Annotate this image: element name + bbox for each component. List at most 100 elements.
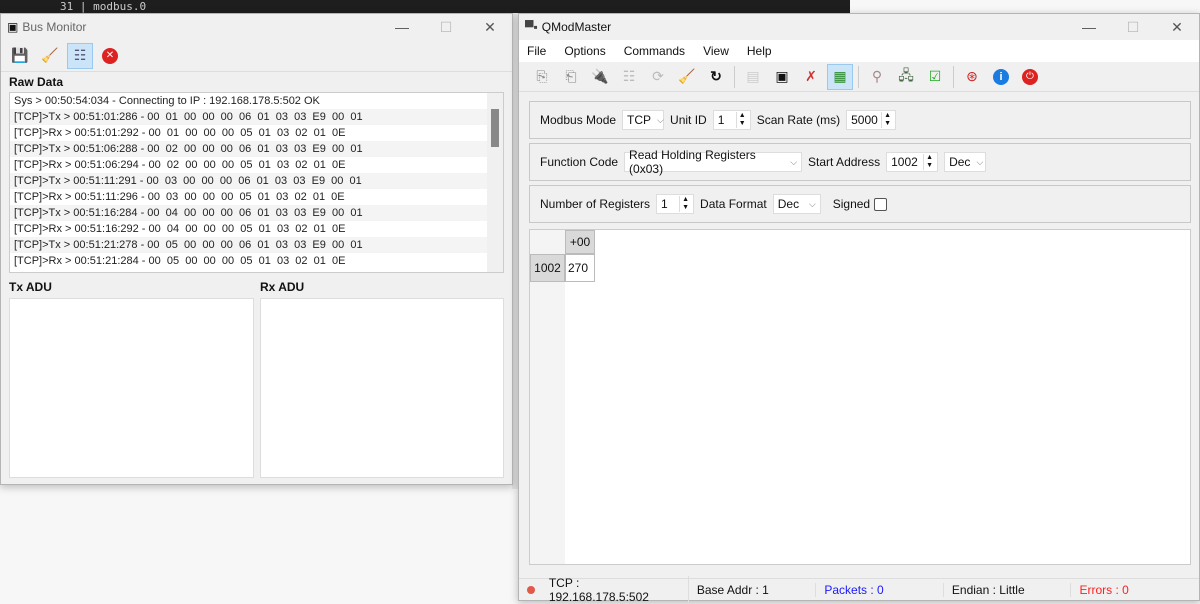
close-button[interactable]: ✕: [1155, 19, 1199, 36]
unit-id-spinbox[interactable]: 1 ▲ ▼: [712, 110, 751, 130]
raw-data-label: Raw Data: [9, 75, 64, 89]
status-connection: TCP : 192.168.178.5:502: [541, 575, 689, 604]
load-session-icon[interactable]: ⎘: [529, 64, 555, 90]
save-icon[interactable]: 💾: [7, 43, 33, 69]
function-code-select[interactable]: Read Holding Registers (0x03) ⌵: [624, 148, 803, 176]
raw-data-row[interactable]: [TCP]>Rx > 00:51:06:294 - 00 02 00 00 00…: [10, 157, 503, 173]
tx-adu-panel[interactable]: [9, 298, 254, 478]
qmodmaster-window: ▀▪ QModMaster — ☐ ✕ File Options Commands …: [518, 13, 1200, 604]
chevron-down-icon: ⌵: [808, 198, 816, 209]
title-bar: ▀▪ QModMaster — ☐ ✕: [519, 14, 1199, 40]
signed-checkbox[interactable]: [874, 197, 888, 211]
menu-help[interactable]: Help: [747, 44, 772, 58]
status-bar: TCP : 192.168.178.5:502 Base Addr : 1 Pa…: [519, 575, 1199, 604]
chevron-down-icon: ⌵: [790, 156, 798, 167]
maximize-button[interactable]: ☐: [424, 19, 468, 36]
registers-table: +00 1002 270: [529, 229, 1191, 565]
signed-label: Signed: [832, 197, 871, 211]
menu-options[interactable]: Options: [564, 44, 605, 58]
scan-rate-spinbox[interactable]: 5000 ▲ ▼: [846, 110, 897, 130]
rtu-settings-icon[interactable]: ⚲: [864, 64, 890, 90]
address-format-select[interactable]: Dec ⌵: [944, 152, 987, 172]
connection-status-icon: [527, 585, 535, 594]
data-format-label: Data Format: [700, 197, 767, 211]
window-title: Bus Monitor: [22, 20, 87, 34]
window-title: QModMaster: [541, 20, 612, 34]
status-endian: Endian : Little: [944, 582, 1072, 597]
raw-data-row[interactable]: [TCP]>Tx > 00:51:11:291 - 00 03 00 00 00…: [10, 173, 503, 189]
rx-adu-label: Rx ADU: [260, 280, 305, 294]
raw-data-row[interactable]: [TCP]>Rx > 00:51:01:292 - 00 01 00 00 00…: [10, 125, 503, 141]
background-editor: 31 | modbus.0: [0, 0, 850, 13]
raw-data-row[interactable]: Sys > 00:50:54:034 - Connecting to IP : …: [10, 93, 503, 109]
title-bar: ▣ Bus Monitor — ☐ ✕: [1, 14, 512, 40]
raw-data-row[interactable]: [TCP]>Tx > 00:51:21:278 - 00 05 00 00 00…: [10, 237, 503, 253]
spin-arrows-icon: ▲ ▼: [679, 196, 689, 212]
raw-data-row[interactable]: [TCP]>Tx > 00:51:01:286 - 00 01 00 00 00…: [10, 109, 503, 125]
modbus-mode-select[interactable]: TCP ⌵: [622, 110, 665, 130]
status-errors: Errors : 0: [1079, 582, 1129, 597]
scan-icon[interactable]: ⟳: [645, 64, 671, 90]
menu-commands[interactable]: Commands: [624, 44, 685, 58]
raw-data-row[interactable]: [TCP]>Tx > 00:51:06:288 - 00 02 00 00 00…: [10, 141, 503, 157]
bus-monitor-window: ▣ Bus Monitor — ☐ ✕ 💾 🧹 ☷ ✕ Raw Data Sys >…: [0, 13, 513, 485]
reset-icon[interactable]: ↻: [703, 64, 729, 90]
function-group: Function Code Read Holding Registers (0x…: [529, 143, 1191, 181]
raw-data-row[interactable]: [TCP]>Rx > 00:51:11:296 - 00 03 00 00 00…: [10, 189, 503, 205]
raw-data-row[interactable]: [TCP]>Rx > 00:51:21:284 - 00 05 00 00 00…: [10, 253, 503, 269]
maximize-button[interactable]: ☐: [1111, 19, 1155, 36]
minimize-button[interactable]: —: [1067, 19, 1111, 36]
tcp-settings-icon[interactable]: 🖧: [893, 64, 919, 90]
menu-view[interactable]: View: [703, 44, 729, 58]
bus-monitor-icon[interactable]: ▣: [769, 64, 795, 90]
tx-adu-label: Tx ADU: [9, 280, 52, 294]
raw-data-row[interactable]: [TCP]>Tx > 00:51:16:284 - 00 04 00 00 00…: [10, 205, 503, 221]
row-header[interactable]: 1002: [530, 254, 565, 282]
app-icon: ▀▪: [525, 20, 538, 34]
save-session-icon[interactable]: ⎗: [558, 64, 584, 90]
unit-id-label: Unit ID: [670, 113, 707, 127]
close-icon[interactable]: ✕: [97, 43, 123, 69]
monitor-icon: ▣: [7, 20, 19, 34]
chevron-down-icon: ⌵: [976, 156, 984, 167]
clear-icon[interactable]: 🧹: [37, 43, 63, 69]
status-packets: Packets : 0: [816, 582, 944, 597]
status-base-addr: Base Addr : 1: [689, 582, 817, 597]
registers-group: Number of Registers 1 ▲ ▼ Data Format Dec ⌵…: [529, 185, 1191, 223]
settings-icon[interactable]: ☑: [922, 64, 948, 90]
spin-arrows-icon: ▲ ▼: [923, 154, 933, 170]
raw-data-row[interactable]: [TCP]>Rx > 00:51:16:292 - 00 04 00 00 00…: [10, 221, 503, 237]
num-registers-label: Number of Registers: [540, 197, 651, 211]
spin-arrows-icon: ▲ ▼: [735, 112, 746, 128]
editor-text: 31 | modbus.0: [60, 0, 147, 13]
raw-data-icon[interactable]: ☷: [67, 42, 93, 69]
exit-icon[interactable]: ⏻: [1017, 64, 1043, 90]
connect-icon[interactable]: 🔌: [587, 64, 613, 90]
connection-group: Modbus Mode TCP ⌵ Unit ID 1 ▲ ▼ Scan Rate (…: [529, 101, 1191, 139]
minimize-button[interactable]: —: [380, 19, 424, 36]
scrollbar[interactable]: [487, 93, 503, 272]
modbus-mode-label: Modbus Mode: [540, 113, 617, 127]
tools-icon[interactable]: ✗: [798, 64, 824, 90]
help-icon[interactable]: ⊛: [959, 64, 985, 90]
clear-icon[interactable]: 🧹: [674, 64, 700, 90]
start-address-label: Start Address: [808, 155, 881, 169]
rx-adu-panel[interactable]: [260, 298, 504, 478]
register-value-cell[interactable]: 270: [565, 254, 595, 282]
data-format-select[interactable]: Dec ⌵: [772, 194, 821, 214]
info-icon[interactable]: i: [988, 64, 1014, 90]
raw-data-list[interactable]: Sys > 00:50:54:034 - Connecting to IP : …: [9, 92, 504, 273]
close-button[interactable]: ✕: [468, 19, 512, 36]
scrollbar-thumb[interactable]: [491, 109, 499, 147]
column-header[interactable]: +00: [565, 230, 595, 254]
spin-arrows-icon: ▲ ▼: [881, 112, 891, 128]
start-address-spinbox[interactable]: 1002 ▲ ▼: [886, 152, 939, 172]
menu-file[interactable]: File: [527, 44, 546, 58]
num-registers-spinbox[interactable]: 1 ▲ ▼: [656, 194, 695, 214]
scan-rate-label: Scan Rate (ms): [756, 113, 841, 127]
table-icon[interactable]: ▦: [827, 63, 853, 90]
log-icon[interactable]: ▤: [740, 64, 766, 90]
chevron-down-icon: ⌵: [657, 114, 664, 125]
read-write-icon[interactable]: ☷: [616, 64, 642, 90]
menu-bar: File Options Commands View Help: [519, 40, 1199, 62]
